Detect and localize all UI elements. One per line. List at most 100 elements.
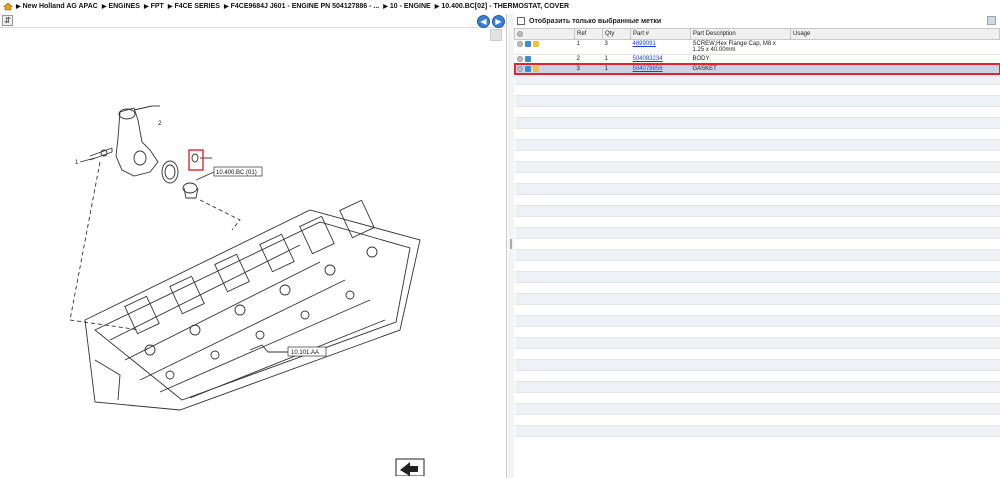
empty-row: [514, 194, 1000, 207]
breadcrumb-item[interactable]: ENGINES: [108, 3, 140, 10]
empty-row: [514, 238, 1000, 251]
empty-row: [514, 304, 1000, 317]
callout-2[interactable]: 2: [158, 121, 162, 127]
empty-row: [514, 370, 1000, 383]
table-row[interactable]: 2 1 504083234 BODY: [514, 54, 1000, 65]
column-part-description[interactable]: Part Description: [690, 28, 791, 40]
breadcrumb-arrow-icon: ▶: [101, 4, 107, 10]
row-select-icon[interactable]: [516, 56, 523, 62]
cell-ref: 3: [574, 64, 603, 75]
part-number-link[interactable]: 504083234: [633, 56, 663, 62]
empty-row: [514, 106, 1000, 119]
breadcrumb-arrow-icon: ▶: [223, 4, 229, 10]
empty-row: [514, 139, 1000, 152]
diagram-pane: ⇵ ◀ ▶ 1 2 10.400.BC (01) 10.101.AA: [0, 14, 507, 478]
parts-table: Ref Qty Part # Part Description Usage 1 …: [513, 28, 1000, 438]
breadcrumb-arrow-icon: ▶: [143, 4, 149, 10]
empty-row: [514, 381, 1000, 394]
row-select-icon[interactable]: [516, 65, 523, 72]
cylinder-head: [84, 209, 421, 411]
empty-row: [514, 73, 1000, 86]
callout-1[interactable]: 1: [75, 160, 79, 166]
select-all-icon[interactable]: [517, 30, 523, 37]
cart-icon[interactable]: [532, 41, 539, 47]
gasket-ring: [161, 160, 179, 184]
settings-icon[interactable]: [987, 16, 996, 25]
parts-list-pane: Отобразить только выбранные метки Ref Qt…: [513, 14, 1000, 478]
empty-row: [514, 271, 1000, 284]
empty-row: [514, 95, 1000, 108]
cart-icon[interactable]: [532, 65, 539, 72]
parent-diagram-icon[interactable]: [395, 458, 425, 476]
table-row-selected[interactable]: 3 1 504078856 GASKET: [513, 63, 1000, 75]
empty-row: [514, 172, 1000, 185]
cell-usage: [790, 54, 1000, 65]
exploded-diagram[interactable]: 1 2 10.400.BC (01) 10.101.AA: [0, 30, 507, 476]
show-selected-checkbox[interactable]: [517, 17, 525, 25]
empty-row: [514, 150, 1000, 163]
cell-description: GASKET: [690, 64, 791, 75]
column-qty[interactable]: Qty: [602, 28, 631, 40]
select-all-header[interactable]: [514, 28, 575, 40]
empty-row: [514, 337, 1000, 350]
swap-icon[interactable]: [524, 65, 531, 72]
diagram-toolbar: ⇵ ◀ ▶: [0, 14, 507, 28]
table-row[interactable]: 1 3 4899091 SCREW,Hex Flange Cap, M8 x 1…: [514, 39, 1000, 55]
breadcrumb-arrow-icon: ▶: [434, 4, 440, 10]
cell-usage: [790, 39, 1000, 55]
empty-row: [514, 403, 1000, 416]
empty-row: [514, 414, 1000, 427]
breadcrumb-item[interactable]: F4CE9684J J601 - ENGINE PN 504127886 - .…: [231, 3, 380, 10]
cell-qty: 1: [602, 54, 631, 65]
row-select-icon[interactable]: [516, 41, 523, 47]
selected-part-highlight: [188, 149, 204, 171]
breadcrumb-arrow-icon: ▶: [167, 4, 173, 10]
empty-row: [514, 128, 1000, 141]
callout-10-400-bc[interactable]: 10.400.BC (01): [216, 170, 257, 176]
breadcrumb: ▶ New Holland AG APAC ▶ ENGINES ▶ FPT ▶ F4CE…: [0, 0, 1000, 13]
empty-row: [514, 117, 1000, 130]
column-usage[interactable]: Usage: [790, 28, 1000, 40]
breadcrumb-item[interactable]: New Holland AG APAC: [23, 3, 98, 10]
home-icon[interactable]: [3, 2, 13, 11]
empty-row: [514, 293, 1000, 306]
empty-row: [514, 183, 1000, 196]
next-diagram-button[interactable]: ▶: [492, 15, 505, 28]
empty-row: [514, 249, 1000, 262]
breadcrumb-item[interactable]: 10 - ENGINE: [390, 3, 431, 10]
cell-description: BODY: [690, 54, 791, 65]
empty-row: [514, 260, 1000, 273]
empty-row: [514, 216, 1000, 229]
breadcrumb-arrow-icon: ▶: [383, 4, 388, 10]
breadcrumb-item[interactable]: F4CE SERIES: [174, 3, 220, 10]
part-number-link[interactable]: 4899091: [633, 41, 656, 47]
parts-list-header: Отобразить только выбранные метки: [514, 14, 1000, 28]
cell-qty: 1: [602, 64, 631, 75]
show-selected-label: Отобразить только выбранные метки: [529, 17, 662, 25]
callout-10-101-aa[interactable]: 10.101.AA: [291, 350, 319, 356]
empty-row: [514, 315, 1000, 328]
expand-icon[interactable]: ⇵: [2, 15, 13, 26]
column-ref[interactable]: Ref: [574, 28, 603, 40]
column-part-number[interactable]: Part #: [630, 28, 691, 40]
empty-row: [514, 227, 1000, 240]
breadcrumb-item[interactable]: FPT: [151, 3, 164, 10]
previous-diagram-button[interactable]: ◀: [477, 15, 490, 28]
part-number-link[interactable]: 504078856: [633, 66, 663, 72]
empty-row: [514, 282, 1000, 295]
empty-row: [514, 392, 1000, 405]
swap-icon[interactable]: [524, 56, 531, 62]
empty-row: [514, 205, 1000, 218]
cell-description: SCREW,Hex Flange Cap, M8 x 1.25 x 40.00m…: [690, 39, 791, 55]
breadcrumb-arrow-icon: ▶: [16, 4, 21, 10]
splitter-grip[interactable]: [510, 239, 512, 249]
cell-ref: 2: [574, 54, 603, 65]
cell-ref: 1: [574, 39, 603, 55]
empty-row: [514, 348, 1000, 361]
cell-usage: [790, 64, 1000, 75]
empty-row: [514, 161, 1000, 174]
cell-qty: 3: [602, 39, 631, 55]
swap-icon[interactable]: [524, 41, 531, 47]
empty-row: [514, 425, 1000, 438]
empty-row: [514, 326, 1000, 339]
